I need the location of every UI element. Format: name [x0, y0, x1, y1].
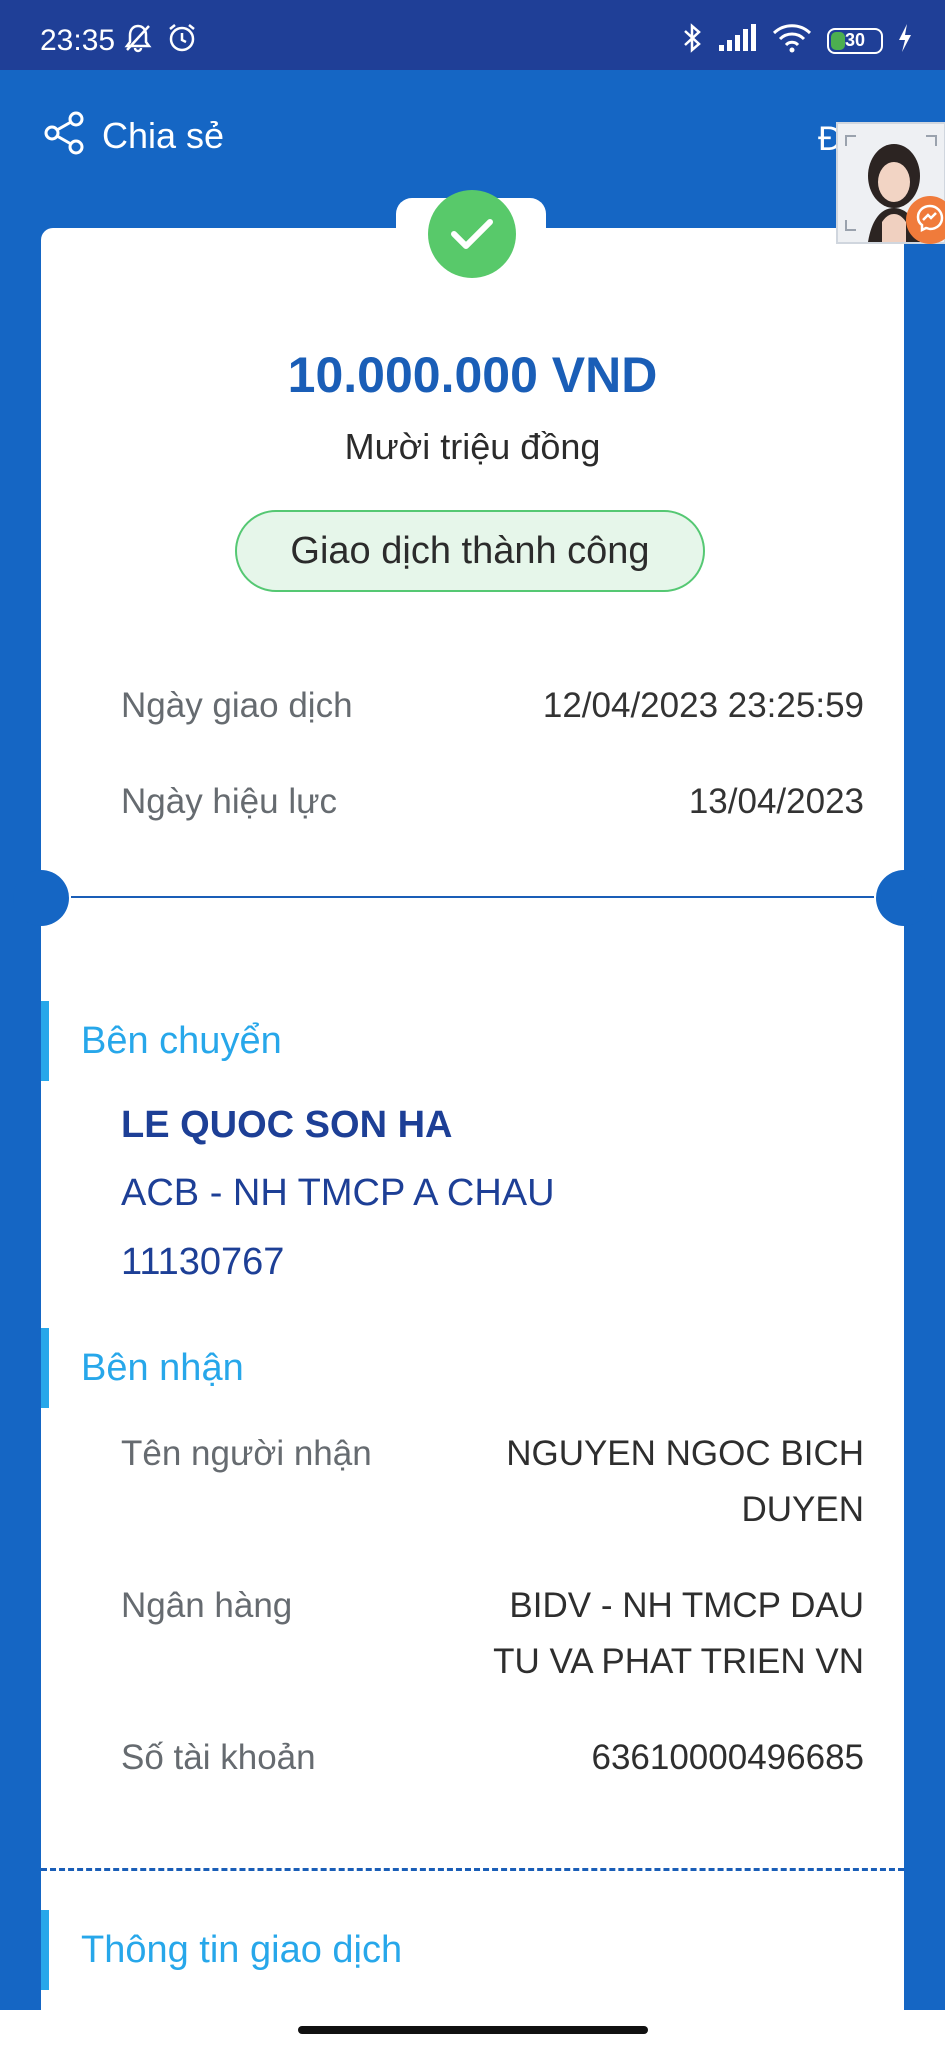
- transaction-status-badge: Giao dịch thành công: [235, 510, 705, 592]
- section-accent-bar: [41, 1001, 49, 1081]
- info-label: Tên người nhận: [121, 1434, 372, 1473]
- dashed-divider: [41, 1868, 904, 1871]
- receiver-name-value: NGUYEN NGOC BICH DUYEN: [434, 1426, 864, 1538]
- battery-level: 30: [844, 30, 866, 50]
- section-accent-bar: [41, 1910, 49, 1990]
- messenger-icon: [915, 203, 945, 238]
- info-value: 13/04/2023: [688, 782, 864, 821]
- transaction-status-text: Giao dịch thành công: [290, 529, 650, 572]
- section-title: Bên nhận: [81, 1346, 244, 1389]
- sender-bank: ACB - NH TMCP A CHAU: [121, 1172, 555, 1214]
- section-transaction-details[interactable]: Thông tin giao dịch: [41, 1910, 402, 1990]
- share-label: Chia sẻ: [102, 114, 225, 156]
- value-line: NGUYEN NGOC BICH: [506, 1434, 864, 1473]
- info-label: Ngày giao dịch: [121, 686, 353, 725]
- sender-account: 11130767: [121, 1241, 285, 1283]
- info-label: Số tài khoản: [121, 1738, 316, 1777]
- value-line: 63610000496685: [591, 1738, 864, 1777]
- battery-indicator: 30: [827, 27, 883, 54]
- navigation-bar: [0, 2010, 945, 2048]
- charging-icon: [897, 23, 913, 58]
- signal-icon: [717, 23, 757, 58]
- transaction-amount: 10.000.000 VND: [287, 347, 658, 403]
- section-receiver: Bên nhận: [41, 1328, 244, 1408]
- status-time: 23:35: [40, 24, 116, 57]
- sender-name: LE QUOC SON HA: [121, 1104, 453, 1146]
- header: Chia sẻ Đ: [0, 70, 945, 200]
- amount-in-words: Mười triệu đồng: [344, 426, 601, 467]
- info-label: Ngân hàng: [121, 1586, 293, 1625]
- transaction-receipt-card: 10.000.000 VND Mười triệu đồng Giao dịch…: [13, 228, 932, 2010]
- info-value: 12/04/2023 23:25:59: [542, 686, 864, 725]
- receiver-row-name: Tên người nhận NGUYEN NGOC BICH DUYEN: [121, 1426, 864, 1538]
- receipt-divider: [71, 896, 874, 898]
- receiver-row-account: Số tài khoản 63610000496685: [121, 1730, 864, 1786]
- receiver-row-bank: Ngân hàng BIDV - NH TMCP DAU TU VA PHAT …: [121, 1578, 864, 1690]
- info-label: Ngày hiệu lực: [121, 782, 338, 821]
- ticket-notch-right: [876, 870, 932, 926]
- share-icon: [42, 110, 88, 161]
- ticket-notch-left: [13, 870, 69, 926]
- status-left-icons: [122, 22, 198, 59]
- info-row-effective-date: Ngày hiệu lực 13/04/2023: [121, 782, 864, 822]
- bluetooth-icon: [681, 22, 703, 59]
- section-sender: Bên chuyển: [41, 1001, 282, 1081]
- section-title: Thông tin giao dịch: [81, 1928, 403, 1971]
- receiver-bank-value: BIDV - NH TMCP DAU TU VA PHAT TRIEN VN: [434, 1578, 864, 1690]
- receiver-account-value: 63610000496685: [434, 1730, 864, 1786]
- wifi-icon: [771, 22, 813, 59]
- status-bar: 23:35 30: [0, 0, 945, 70]
- section-accent-bar: [41, 1328, 49, 1408]
- info-row-transaction-date: Ngày giao dịch 12/04/2023 23:25:59: [121, 686, 864, 726]
- value-line: TU VA PHAT TRIEN VN: [493, 1642, 864, 1681]
- share-button[interactable]: Chia sẻ: [42, 110, 224, 161]
- value-line: DUYEN: [741, 1490, 864, 1529]
- bell-off-icon: [122, 22, 154, 59]
- alarm-icon: [166, 22, 198, 59]
- home-indicator[interactable]: [298, 2026, 648, 2034]
- value-line: BIDV - NH TMCP DAU: [509, 1586, 864, 1625]
- battery-fill: [831, 31, 845, 50]
- status-right-icons: 30: [681, 22, 913, 59]
- section-title: Bên chuyển: [81, 1019, 282, 1062]
- success-check-icon: [428, 190, 516, 278]
